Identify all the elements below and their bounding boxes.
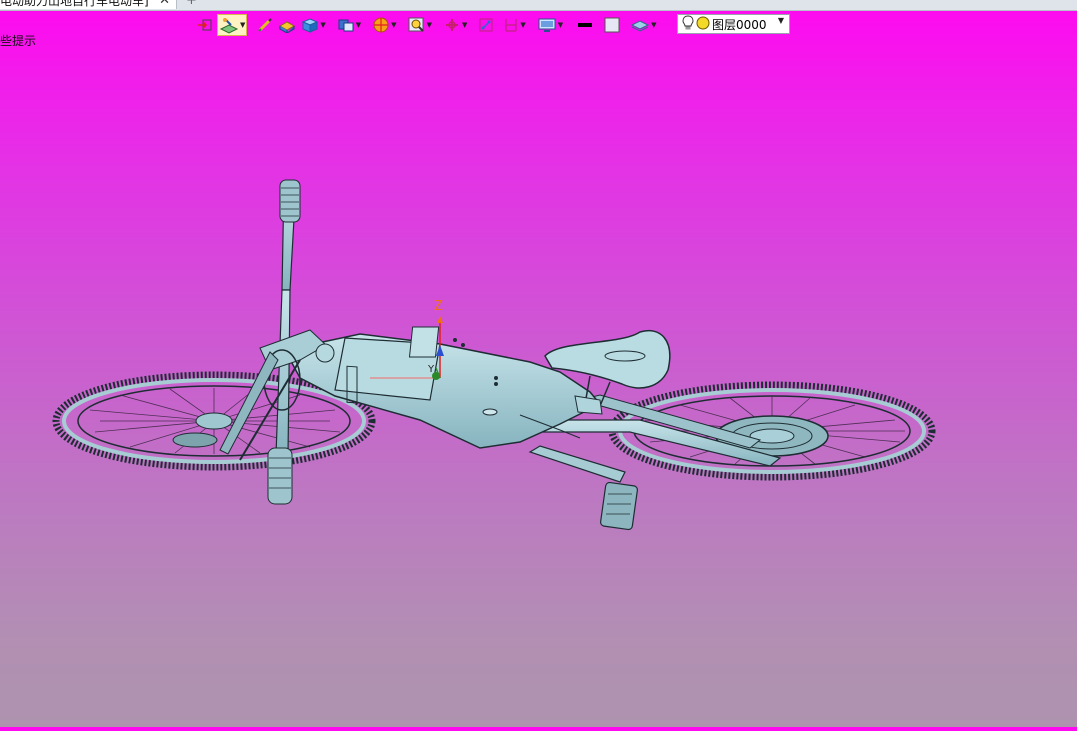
dimension-icon (503, 17, 519, 33)
rear-bracket (408, 326, 440, 358)
view-direction-dropdown-icon[interactable]: ▼ (356, 21, 361, 29)
box-solid-dropdown-icon[interactable]: ▼ (320, 21, 325, 29)
document-tab-label: 电动助力山地自行车电动车] (0, 0, 149, 8)
fit-view-icon (478, 17, 494, 33)
fill-color-button[interactable] (602, 14, 622, 36)
axis-z-label: Z (434, 299, 443, 314)
pen-button[interactable] (256, 14, 274, 36)
fill-color-icon (603, 17, 621, 33)
exit-sketch-icon (197, 17, 213, 33)
view-direction-button[interactable]: ▼ (336, 14, 362, 36)
snap-point-dropdown-icon[interactable]: ▼ (462, 21, 467, 29)
layer-button[interactable]: ▼ (629, 14, 657, 36)
line-color-icon (576, 17, 594, 33)
main-toolbar: ▼ ▼ ▼ ▼ ▼ ▼ ▼ ▼ ▼ (196, 14, 658, 36)
display-settings-icon (537, 17, 557, 33)
extrude-button[interactable] (277, 14, 297, 36)
render-style-icon (372, 17, 390, 33)
render-style-dropdown-icon[interactable]: ▼ (391, 21, 396, 29)
dimension-button[interactable]: ▼ (502, 14, 526, 36)
sketch-plane-button[interactable]: ▼ (217, 14, 248, 36)
box-solid-button[interactable]: ▼ (300, 14, 326, 36)
fit-view-button[interactable] (477, 14, 495, 36)
chevron-down-icon[interactable]: ▼ (778, 16, 784, 25)
render-style-button[interactable]: ▼ (371, 14, 397, 36)
bicycle-model: Z Y (52, 179, 936, 531)
sketch-plane-icon (219, 16, 239, 34)
axis-y-label: Y (427, 364, 435, 375)
layer-color-icon (696, 16, 710, 33)
zoom-dropdown-icon[interactable]: ▼ (427, 21, 432, 29)
zoom-icon (408, 17, 426, 33)
exit-sketch-button[interactable] (196, 14, 214, 36)
layer-icon (630, 17, 650, 33)
display-settings-dropdown-icon[interactable]: ▼ (558, 21, 563, 29)
dimension-dropdown-icon[interactable]: ▼ (520, 21, 525, 29)
zoom-button[interactable]: ▼ (407, 14, 433, 36)
document-tab[interactable]: 电动助力山地自行车电动车] ✕ (0, 0, 177, 9)
sketch-plane-dropdown-icon[interactable]: ▼ (240, 21, 245, 29)
display-settings-button[interactable]: ▼ (536, 14, 564, 36)
snap-point-button[interactable]: ▼ (442, 14, 468, 36)
pen-icon (257, 17, 273, 33)
model-viewport[interactable]: Z Y (0, 40, 1077, 727)
layer-dropdown-icon[interactable]: ▼ (651, 21, 656, 29)
new-tab-button[interactable]: + (186, 0, 197, 8)
layer-select[interactable]: 图层0000 ▼ (677, 14, 790, 34)
snap-point-icon (443, 17, 461, 33)
document-tab-strip: 电动助力山地自行车电动车] ✕ + (0, 0, 1077, 11)
line-color-button[interactable] (575, 14, 595, 36)
bulb-icon[interactable] (682, 14, 694, 34)
close-tab-icon[interactable]: ✕ (159, 0, 170, 8)
box-solid-icon (301, 17, 319, 33)
extrude-icon (278, 17, 296, 33)
layer-name: 图层0000 (712, 17, 767, 32)
view-direction-icon (337, 17, 355, 33)
